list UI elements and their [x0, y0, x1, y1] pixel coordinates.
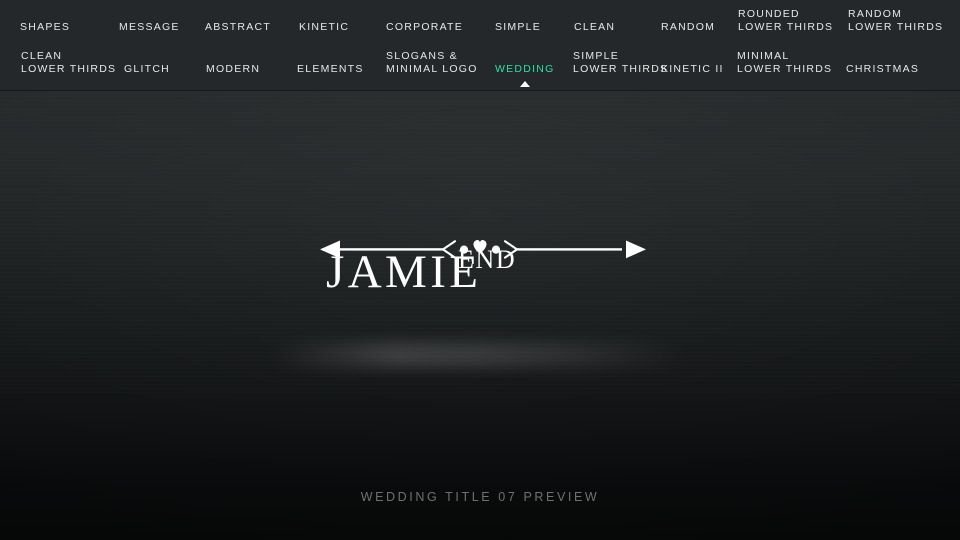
menu-item-shapes[interactable]: SHAPES	[20, 21, 70, 34]
menu-item-message[interactable]: MESSAGE	[119, 21, 180, 34]
menu-item-abstract[interactable]: ABSTRACT	[205, 21, 271, 34]
menu-item-rounded-lower-thirds[interactable]: ROUNDED LOWER THIRDS	[738, 8, 833, 34]
category-menu: SHAPES MESSAGE ABSTRACT KINETIC CORPORATE SIM…	[0, 0, 960, 90]
category-menu-row-2: CLEAN LOWER THIRDS GLITCH MODERN ELEMENTS SL…	[0, 46, 960, 90]
menu-item-simple[interactable]: SIMPLE	[495, 21, 541, 34]
template-preview-app: JAMIE END SHAPES MESSAGE ABSTRACT KINETIC CO…	[0, 0, 960, 540]
category-menu-row-1: SHAPES MESSAGE ABSTRACT KINETIC CORPORATE SIM…	[0, 0, 960, 46]
triangle-up-icon	[519, 81, 530, 87]
arrow-right-shaft	[516, 248, 622, 251]
arrow-right-icon	[626, 240, 646, 259]
menu-item-slogans-minimal-logo[interactable]: SLOGANS & MINIMAL LOGO	[386, 50, 478, 76]
menu-item-christmas[interactable]: CHRISTMAS	[846, 63, 919, 76]
menu-item-minimal-lower-thirds[interactable]: MINIMAL LOWER THIRDS	[737, 50, 832, 76]
menu-item-clean[interactable]: CLEAN	[574, 21, 615, 34]
menu-item-clean-lower-thirds[interactable]: CLEAN LOWER THIRDS	[21, 50, 116, 76]
preview-title-secondary: END	[458, 245, 516, 274]
menu-item-kinetic[interactable]: KINETIC	[299, 21, 349, 34]
menu-item-kinetic-ii[interactable]: KINETIC II	[661, 63, 724, 76]
menu-item-simple-lower-thirds[interactable]: SIMPLE LOWER THIRDS	[573, 50, 668, 76]
menu-item-random-lower-thirds[interactable]: RANDOM LOWER THIRDS	[848, 8, 943, 34]
menu-item-random[interactable]: RANDOM	[661, 21, 715, 34]
menu-item-wedding[interactable]: WEDDING	[495, 63, 555, 87]
menu-item-elements[interactable]: ELEMENTS	[297, 63, 364, 76]
menu-item-corporate[interactable]: CORPORATE	[386, 21, 463, 34]
preview-caption: WEDDING TITLE 07 PREVIEW	[360, 490, 600, 504]
menu-item-modern[interactable]: MODERN	[206, 63, 260, 76]
menu-item-glitch[interactable]: GLITCH	[124, 63, 170, 76]
wedding-title-artwork: JAMIE END	[300, 215, 660, 315]
